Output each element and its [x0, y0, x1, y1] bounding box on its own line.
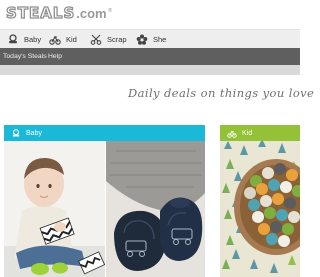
deal-image-baby-toy[interactable]: [4, 141, 105, 277]
logo-wordmark: STEALS: [5, 3, 76, 22]
tricycle-icon: [49, 35, 61, 45]
deal-image-felt-balls[interactable]: [220, 141, 300, 277]
help-link[interactable]: Help: [48, 48, 62, 65]
category-she[interactable]: She: [136, 30, 166, 48]
section-header-kid[interactable]: Kid: [220, 125, 300, 141]
site-header: STEALS .com ®: [0, 0, 300, 28]
category-label: Baby: [24, 34, 42, 44]
pacifier-icon: [12, 128, 20, 137]
section-label: Baby: [26, 129, 42, 137]
category-label: Scrap: [107, 34, 127, 44]
site-logo[interactable]: STEALS .com ®: [5, 3, 113, 22]
logo-registered-mark: ®: [107, 8, 113, 14]
category-label: Kid: [66, 34, 77, 44]
category-nav: Baby Kid Scrap She: [0, 29, 300, 48]
scissors-icon: [90, 34, 102, 45]
category-scrap[interactable]: Scrap: [90, 30, 127, 48]
sub-nav: Today's Steals Help: [0, 48, 300, 65]
tagline: Daily deals on things you love: [128, 86, 315, 100]
logo-suffix: .com: [76, 5, 107, 21]
section-label: Kid: [242, 129, 253, 137]
tricycle-icon: [227, 130, 237, 138]
category-kid[interactable]: Kid: [49, 30, 77, 48]
category-label: She: [153, 34, 167, 44]
category-baby[interactable]: Baby: [7, 30, 41, 48]
flower-icon: [136, 34, 148, 45]
todays-steals-link[interactable]: Today's Steals: [3, 48, 47, 65]
deal-image-baby-shoes[interactable]: [106, 141, 205, 277]
pacifier-icon: [9, 33, 17, 43]
section-header-baby[interactable]: Baby: [4, 125, 205, 141]
divider-bar: [0, 65, 300, 75]
